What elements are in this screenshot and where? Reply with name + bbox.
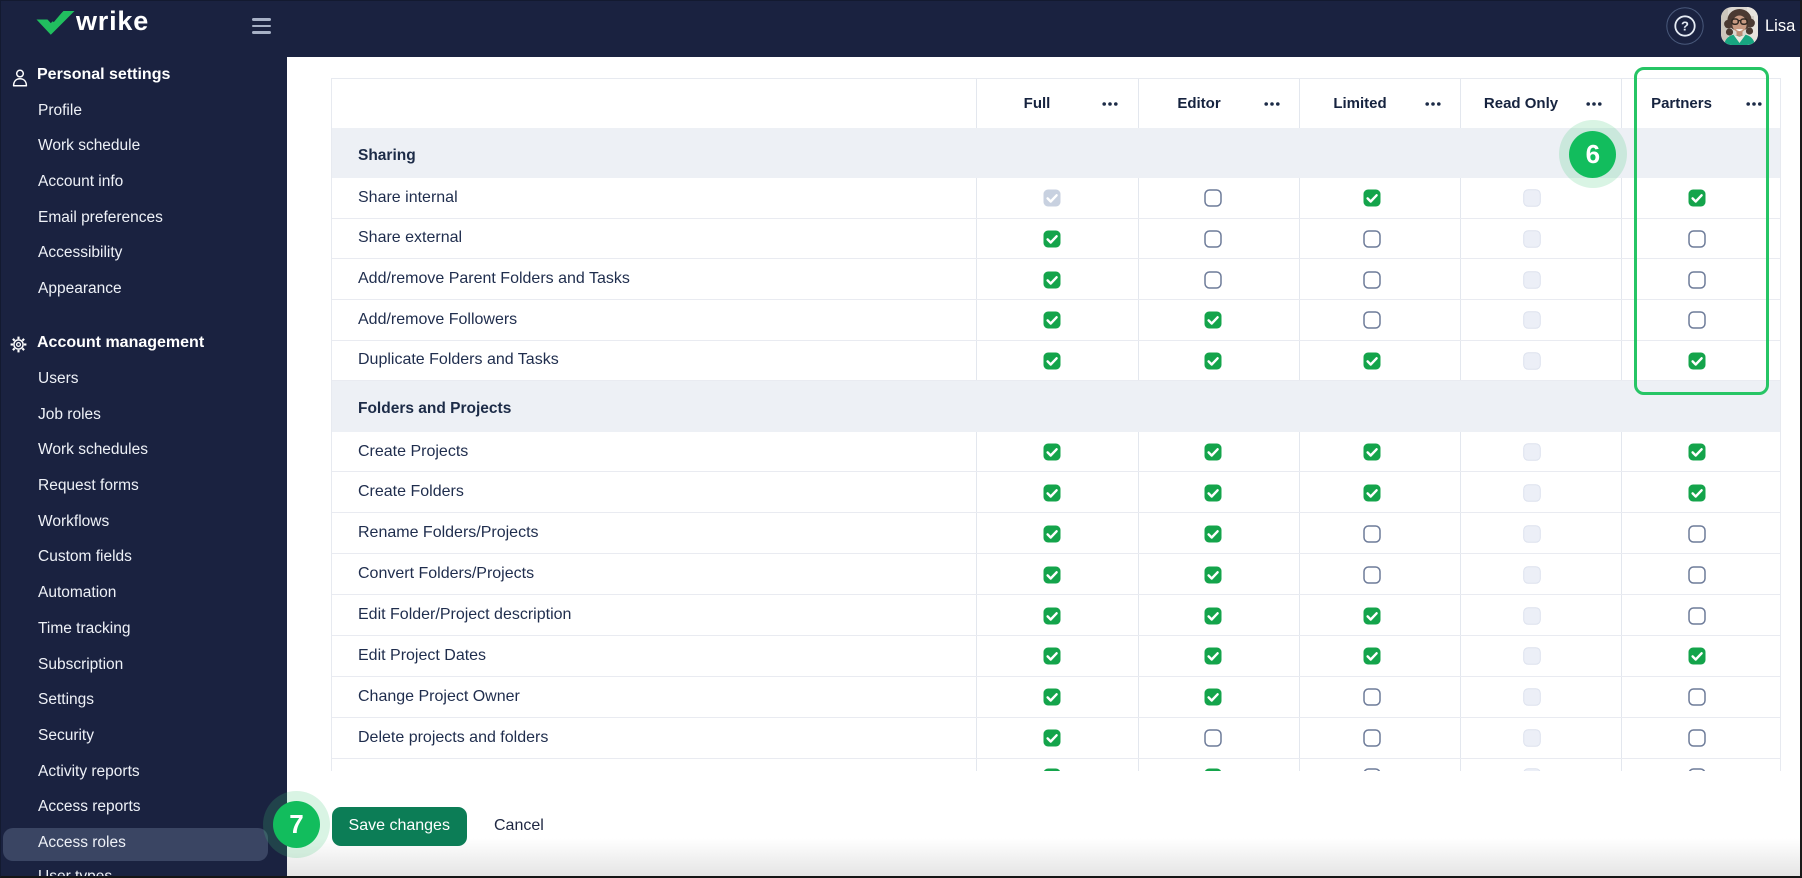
svg-text:?: ? <box>1681 18 1689 33</box>
